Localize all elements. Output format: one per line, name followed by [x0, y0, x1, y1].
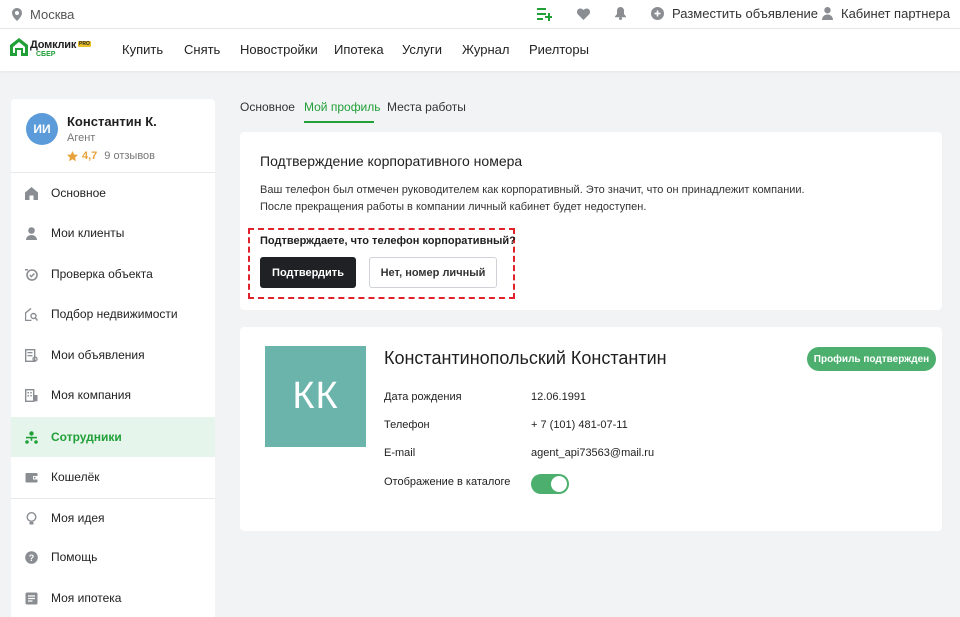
location-pin-icon	[12, 8, 22, 21]
top-utility-bar: Москва Разместить объявление Кабинет пар…	[0, 0, 960, 29]
logo-pro-badge: PRO	[78, 41, 91, 47]
user-avatar[interactable]: ИИ	[26, 113, 58, 145]
user-rating[interactable]: 4,7 9 отзывов	[67, 150, 155, 162]
sidebar-item-wallet[interactable]: Кошелёк	[11, 457, 215, 497]
tab-my-profile[interactable]: Мой профиль	[304, 100, 381, 114]
building-icon	[25, 388, 38, 402]
sidebar-item-label: Проверка объекта	[51, 267, 153, 281]
logo-sber-text: СБЕР	[36, 51, 56, 58]
sidebar-item-employees[interactable]: Сотрудники	[11, 417, 215, 457]
sidebar-item-label: Моя идея	[51, 511, 105, 525]
compare-list-icon[interactable]	[537, 7, 552, 21]
plus-circle-icon	[651, 7, 664, 20]
toggle-knob	[551, 476, 567, 492]
description-line: После прекращения работы в компании личн…	[260, 200, 647, 213]
sidebar-item-label: Помощь	[51, 550, 98, 564]
sidebar-item-object-check[interactable]: Проверка объекта	[11, 254, 215, 294]
nav-rent[interactable]: Снять	[184, 42, 220, 57]
tab-workplaces[interactable]: Места работы	[387, 100, 466, 114]
sidebar-item-label: Моя компания	[51, 388, 131, 402]
profile-full-name: Константинопольский Константин	[384, 348, 667, 368]
nav-realtors[interactable]: Риелторы	[529, 42, 589, 57]
sidebar-item-property-search[interactable]: Подбор недвижимости	[11, 294, 215, 334]
birthdate-label: Дата рождения	[384, 391, 462, 403]
person-icon	[822, 7, 833, 20]
house-logo-icon	[10, 38, 28, 56]
house-search-icon	[25, 307, 38, 321]
listing-icon	[25, 348, 38, 362]
mortgage-icon	[25, 592, 38, 604]
city-selector[interactable]: Москва	[12, 7, 74, 22]
nav-journal[interactable]: Журнал	[462, 42, 509, 57]
sidebar-item-label: Подбор недвижимости	[51, 307, 178, 321]
sidebar-item-main[interactable]: Основное	[11, 173, 215, 213]
confirm-button[interactable]: Подтвердить	[260, 257, 356, 288]
personal-number-button[interactable]: Нет, номер личный	[369, 257, 497, 288]
email-label: E-mail	[384, 447, 416, 459]
sidebar-item-label: Мои объявления	[51, 348, 145, 362]
sidebar-item-label: Мои клиенты	[51, 226, 125, 240]
catalog-visibility-label: Отображение в каталоге	[384, 476, 511, 488]
logo-brand-text: Домклик	[30, 39, 77, 51]
partner-cabinet-link[interactable]: Кабинет партнера	[822, 6, 950, 21]
rating-value: 4,7	[82, 150, 98, 162]
partner-cabinet-label: Кабинет партнера	[841, 6, 951, 21]
corporate-card-description: Ваш телефон был отмечен руководителем ка…	[260, 182, 900, 215]
star-icon	[67, 150, 78, 161]
email-value: agent_api73563@mail.ru	[531, 447, 655, 459]
birthdate-value: 12.06.1991	[531, 391, 587, 403]
profile-avatar: КК	[265, 346, 366, 447]
nav-mortgage[interactable]: Ипотека	[334, 42, 384, 57]
post-ad-label: Разместить объявление	[672, 6, 819, 21]
description-line: Ваш телефон был отмечен руководителем ка…	[260, 184, 805, 196]
reviews-count: 9 отзывов	[104, 150, 156, 162]
active-tab-indicator	[304, 121, 374, 123]
user-name: Константин К.	[67, 114, 157, 129]
profile-verified-badge: Профиль подтвержден	[807, 347, 936, 371]
phone-label: Телефон	[384, 419, 430, 431]
nav-new-buildings[interactable]: Новостройки	[240, 42, 318, 57]
catalog-visibility-toggle[interactable]	[531, 474, 569, 494]
sidebar-item-label: Основное	[51, 186, 106, 200]
employees-icon	[25, 430, 38, 444]
heart-icon[interactable]	[577, 8, 590, 20]
city-label: Москва	[30, 7, 75, 22]
sidebar-item-clients[interactable]: Мои клиенты	[11, 213, 215, 253]
main-navbar: Домклик PRO СБЕР Купить Снять Новостройк…	[0, 29, 960, 71]
sidebar-item-label: Кошелёк	[51, 470, 100, 484]
nav-services[interactable]: Услуги	[402, 42, 442, 57]
sidebar: ИИ Константин К. Агент 4,7 9 отзывов Осн…	[11, 99, 215, 617]
sidebar-item-help[interactable]: ? Помощь	[11, 537, 215, 577]
tab-main[interactable]: Основное	[240, 100, 295, 114]
sidebar-item-my-idea[interactable]: Моя идея	[11, 498, 215, 538]
help-icon: ?	[25, 550, 38, 564]
sidebar-item-my-listings[interactable]: Мои объявления	[11, 335, 215, 375]
phone-value: + 7 (101) 481-07-11	[531, 419, 628, 431]
svg-text:?: ?	[29, 553, 35, 563]
bell-icon[interactable]	[615, 7, 626, 20]
sidebar-item-my-mortgage[interactable]: Моя ипотека	[11, 578, 215, 617]
wallet-icon	[25, 472, 38, 482]
nav-buy[interactable]: Купить	[122, 42, 163, 57]
post-ad-link[interactable]: Разместить объявление	[651, 6, 818, 21]
user-icon	[26, 226, 37, 240]
lightbulb-icon	[26, 511, 37, 524]
object-check-icon	[25, 268, 38, 281]
sidebar-item-label: Сотрудники	[51, 430, 122, 444]
corporate-card-title: Подтверждение корпоративного номера	[260, 153, 523, 169]
domclick-logo[interactable]: Домклик PRO СБЕР	[10, 38, 91, 62]
home-icon	[25, 186, 38, 200]
sidebar-item-my-company[interactable]: Моя компания	[11, 375, 215, 415]
corporate-question: Подтверждаете, что телефон корпоративный…	[260, 235, 516, 247]
user-role: Агент	[67, 132, 96, 144]
sidebar-item-label: Моя ипотека	[51, 591, 122, 605]
